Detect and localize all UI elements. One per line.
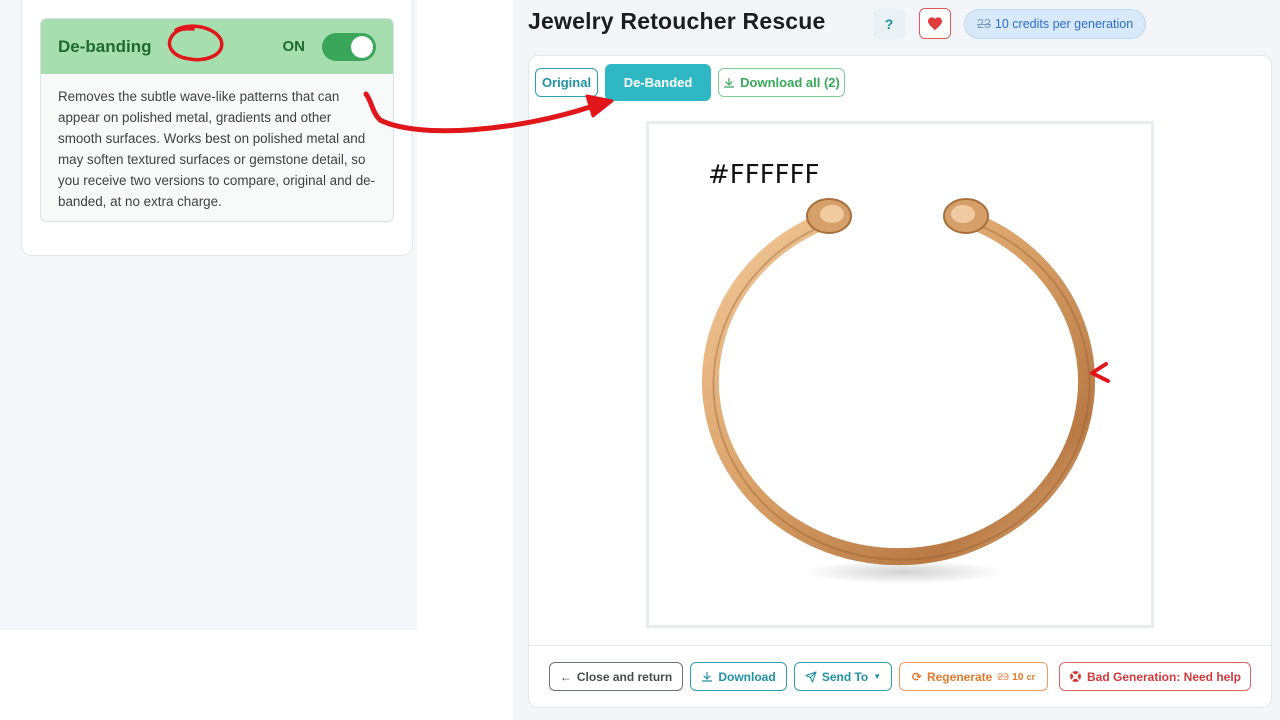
debanding-toggle[interactable] — [322, 33, 376, 61]
page-title: Jewelry Retoucher Rescue — [528, 8, 826, 34]
close-button[interactable]: ← Close and return — [549, 662, 683, 691]
regenerate-cost: 23 10 cr — [997, 671, 1035, 683]
tab-debanded[interactable]: De-Banded — [605, 64, 711, 101]
bad-generation-label: Bad Generation: Need help — [1086, 669, 1242, 684]
heart-icon — [928, 17, 942, 31]
color-annotation: #FFFFFF — [708, 160, 820, 190]
regen-unit: cr — [1026, 671, 1036, 682]
download-icon — [724, 77, 735, 88]
credits-text: 10 credits per generation — [994, 17, 1134, 31]
footer-divider — [529, 645, 1271, 646]
download-icon — [702, 671, 713, 682]
favorite-button[interactable] — [919, 8, 951, 39]
help-button[interactable]: ? — [873, 9, 905, 39]
result-image — [646, 121, 1154, 628]
credits-badge: 23 10 credits per generation — [964, 9, 1147, 39]
download-all-label: Download all (2) — [740, 75, 840, 90]
refresh-icon: ⟳ — [911, 669, 922, 684]
arrow-left-icon: ← — [559, 669, 572, 684]
tab-original[interactable]: Original — [535, 68, 598, 97]
toggle-knob — [351, 36, 373, 58]
send-label: Send To — [821, 669, 869, 684]
credits-old-value: 23 — [977, 17, 991, 31]
option-header: De-banding ON — [41, 19, 393, 74]
close-label: Close and return — [576, 669, 673, 684]
question-icon: ? — [884, 16, 894, 32]
regen-old-cost: 23 — [997, 670, 1010, 683]
option-title: De-banding — [58, 36, 152, 56]
regenerate-label: Regenerate — [926, 669, 993, 684]
bad-generation-button[interactable]: Bad Generation: Need help — [1059, 662, 1251, 691]
send-to-button[interactable]: Send To ▼ — [794, 662, 892, 691]
download-button[interactable]: Download — [690, 662, 787, 691]
option-state-label: ON — [282, 38, 306, 55]
download-label: Download — [718, 669, 776, 684]
regenerate-button[interactable]: ⟳ Regenerate 23 10 cr — [899, 662, 1048, 691]
download-all-button[interactable]: Download all (2) — [718, 68, 845, 97]
lifebuoy-icon — [1070, 671, 1081, 682]
debanding-option: De-banding ON Removes the subtle wave-li… — [40, 18, 394, 222]
option-description: Removes the subtle wave-like patterns th… — [58, 89, 376, 209]
ring-image — [702, 198, 1095, 584]
send-icon — [805, 670, 817, 683]
caret-down-icon: ▼ — [873, 672, 882, 681]
regen-new-cost: 10 — [1011, 670, 1024, 683]
